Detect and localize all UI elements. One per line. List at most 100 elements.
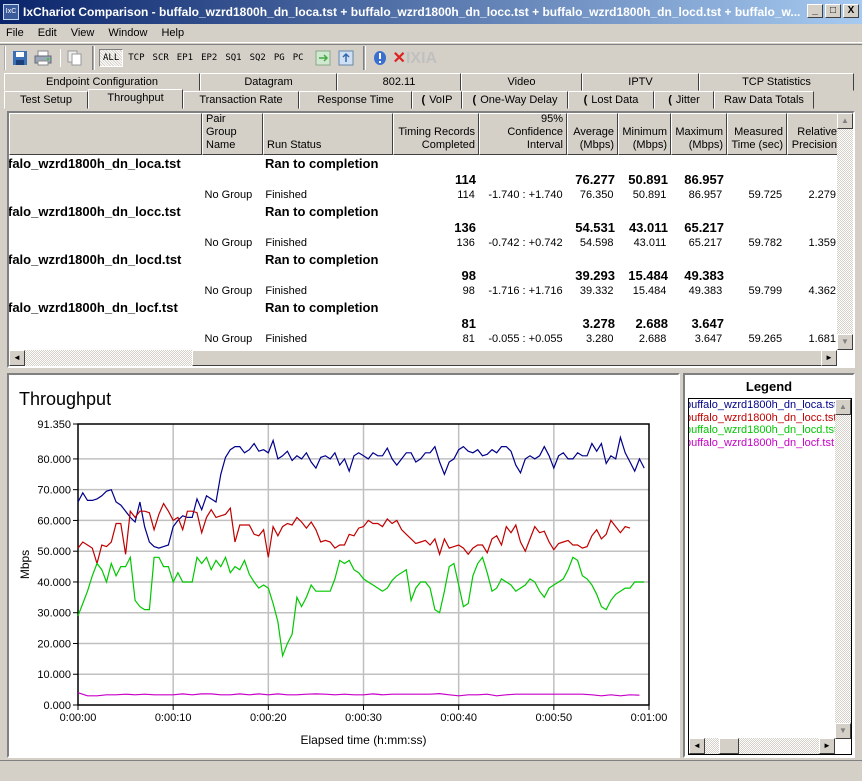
save-icon[interactable] bbox=[10, 48, 30, 68]
tab-jitter[interactable]: (Jitter bbox=[654, 91, 714, 109]
filter-pg-button[interactable]: PG bbox=[271, 50, 288, 66]
scroll-right-button[interactable]: ► bbox=[821, 350, 837, 366]
tab-test-setup[interactable]: Test Setup bbox=[4, 91, 88, 109]
menu-bar: File Edit View Window Help bbox=[0, 24, 862, 43]
tab-one-way-delay[interactable]: (One-Way Delay bbox=[462, 91, 568, 109]
import-icon[interactable] bbox=[336, 48, 356, 68]
maximum: 86.957 bbox=[684, 171, 724, 187]
filter-ep1-button[interactable]: EP1 bbox=[174, 50, 196, 66]
print-icon[interactable] bbox=[33, 48, 53, 68]
y-tick-label: 0.000 bbox=[43, 700, 71, 712]
title-bar: IxC IxChariot Comparison - buffalo_wzrd1… bbox=[0, 0, 862, 24]
grid-row-summary[interactable]: 98 39.293 15.484 49.383 bbox=[9, 267, 839, 283]
filter-scr-button[interactable]: SCR bbox=[150, 50, 172, 66]
app-icon: IxC bbox=[3, 4, 19, 20]
grid-row-summary[interactable]: 114 76.277 50.891 86.957 bbox=[9, 171, 839, 187]
grid-row-test[interactable]: falo_wzrd1800h_dn_locd.tst Ran to complet… bbox=[9, 251, 839, 267]
grid-row-pair[interactable]: No Group Finished 98 -1.716 : +1.716 39.332 1… bbox=[9, 283, 839, 299]
legend-list: buffalo_wzrd1800h_dn_loca.tst:P buffalo_… bbox=[688, 398, 852, 755]
menu-view[interactable]: View bbox=[71, 27, 95, 39]
filter-sq2-button[interactable]: SQ2 bbox=[247, 50, 269, 66]
col-header-run-status[interactable]: Run Status bbox=[263, 113, 393, 155]
filter-tcp-button[interactable]: TCP bbox=[125, 50, 147, 66]
legend-scroll-up-button[interactable]: ▲ bbox=[835, 399, 851, 415]
series-line-2 bbox=[77, 502, 631, 566]
average: 54.531 bbox=[575, 219, 615, 235]
tab-lost-data[interactable]: (Lost Data bbox=[568, 91, 654, 109]
legend-vertical-scrollbar[interactable]: ▲ ▼ bbox=[835, 399, 851, 739]
tab-transaction-rate[interactable]: Transaction Rate bbox=[183, 91, 299, 109]
grid-row-pair[interactable]: No Group Finished 81 -0.055 : +0.055 3.280 2.… bbox=[9, 331, 839, 347]
scroll-up-button[interactable]: ▲ bbox=[837, 113, 853, 129]
col-header-confidence[interactable]: 95% Confidence Interval bbox=[479, 113, 567, 155]
horizontal-scroll-thumb[interactable] bbox=[192, 350, 822, 366]
legend-scroll-right-button[interactable]: ► bbox=[819, 738, 835, 754]
average: 54.598 bbox=[579, 237, 614, 249]
filter-ep2-button[interactable]: EP2 bbox=[198, 50, 220, 66]
col-header-minimum[interactable]: Minimum (Mbps) bbox=[618, 113, 671, 155]
info-icon[interactable] bbox=[370, 48, 390, 68]
average: 39.293 bbox=[575, 267, 615, 283]
close-button[interactable]: X bbox=[843, 4, 859, 18]
legend-horizontal-scrollbar[interactable]: ◄ ► bbox=[689, 738, 835, 754]
col-header-relative-precision[interactable]: Relative Precision bbox=[787, 113, 841, 155]
menu-edit[interactable]: Edit bbox=[38, 27, 57, 39]
legend-item[interactable]: buffalo_wzrd1800h_dn_locf.tst:P bbox=[689, 437, 851, 450]
grid-horizontal-scrollbar[interactable]: ◄ ► bbox=[9, 350, 837, 366]
tab-tcp-statistics[interactable]: TCP Statistics bbox=[699, 73, 854, 91]
export-icon[interactable] bbox=[313, 48, 333, 68]
filter-pc-button[interactable]: PC bbox=[290, 50, 307, 66]
tab-voip[interactable]: (VoIP bbox=[412, 91, 462, 109]
grid-row-summary[interactable]: 136 54.531 43.011 65.217 bbox=[9, 219, 839, 235]
y-tick-label: 40.000 bbox=[37, 577, 71, 589]
x-tick-label: 0:00:50 bbox=[535, 712, 572, 724]
legend-item[interactable]: buffalo_wzrd1800h_dn_locc.tst:P bbox=[689, 412, 851, 425]
filter-sq1-button[interactable]: SQ1 bbox=[222, 50, 244, 66]
scroll-down-button[interactable]: ▼ bbox=[837, 334, 853, 350]
tab-802-11[interactable]: 802.11 bbox=[337, 73, 461, 91]
maximize-button[interactable]: □ bbox=[825, 4, 841, 18]
grid-vertical-scrollbar[interactable]: ▲ ▼ bbox=[837, 113, 853, 350]
y-tick-label: 20.000 bbox=[37, 638, 71, 650]
copy-icon[interactable] bbox=[65, 48, 85, 68]
legend-scroll-down-button[interactable]: ▼ bbox=[835, 723, 851, 739]
phone-icon: ( bbox=[472, 94, 477, 106]
grid-row-pair[interactable]: No Group Finished 114 -1.740 : +1.740 76.350… bbox=[9, 187, 839, 203]
series-line-1 bbox=[77, 435, 645, 549]
chart-pane: Throughput 0.000 10.000 20.000 30.000 40.000… bbox=[7, 373, 680, 758]
tab-video[interactable]: Video bbox=[461, 73, 582, 91]
x-tick-label: 0:00:10 bbox=[155, 712, 192, 724]
col-header-measured-time[interactable]: Measured Time (sec) bbox=[727, 113, 787, 155]
legend-scroll-left-button[interactable]: ◄ bbox=[689, 738, 705, 754]
tabs-bottom-row: Test Setup Throughput Transaction Rate R… bbox=[4, 89, 814, 109]
tab-iptv[interactable]: IPTV bbox=[582, 73, 699, 91]
maximum: 65.217 bbox=[688, 237, 723, 249]
menu-help[interactable]: Help bbox=[161, 27, 184, 39]
y-tick-label: 91.350 bbox=[37, 419, 71, 431]
tab-response-time[interactable]: Response Time bbox=[299, 91, 412, 109]
grid-row-pair[interactable]: No Group Finished 136 -0.742 : +0.742 54.598… bbox=[9, 235, 839, 251]
col-header-timing-records[interactable]: Timing Records Completed bbox=[393, 113, 479, 155]
tab-throughput[interactable]: Throughput bbox=[88, 89, 183, 109]
col-header-file[interactable] bbox=[9, 113, 202, 155]
minimize-button[interactable]: _ bbox=[807, 4, 823, 18]
col-header-maximum[interactable]: Maximum (Mbps) bbox=[671, 113, 727, 155]
filter-all-button[interactable]: ALL bbox=[99, 49, 124, 67]
pair-group-name: No Group bbox=[204, 333, 253, 345]
tab-datagram[interactable]: Datagram bbox=[200, 73, 337, 91]
legend-item[interactable]: buffalo_wzrd1800h_dn_loca.tst:P bbox=[689, 399, 851, 412]
grid-row-summary[interactable]: 81 3.278 2.688 3.647 bbox=[9, 315, 839, 331]
col-header-average[interactable]: Average (Mbps) bbox=[567, 113, 618, 155]
test-file-name: falo_wzrd1800h_dn_loca.tst bbox=[8, 155, 181, 171]
scroll-left-button[interactable]: ◄ bbox=[9, 350, 25, 366]
grid-row-test[interactable]: falo_wzrd1800h_dn_locc.tst Ran to complet… bbox=[9, 203, 839, 219]
tab-raw-data-totals[interactable]: Raw Data Totals bbox=[714, 91, 814, 109]
menu-file[interactable]: File bbox=[6, 27, 24, 39]
legend-scroll-thumb[interactable] bbox=[719, 738, 739, 754]
menu-window[interactable]: Window bbox=[108, 27, 147, 39]
grid-row-test[interactable]: falo_wzrd1800h_dn_loca.tst Ran to complet… bbox=[9, 155, 839, 171]
average: 3.278 bbox=[582, 315, 615, 331]
col-header-pair-group[interactable]: Pair Group Name bbox=[202, 113, 263, 155]
legend-item[interactable]: buffalo_wzrd1800h_dn_locd.tst:P bbox=[689, 424, 851, 437]
grid-row-test[interactable]: falo_wzrd1800h_dn_locf.tst Ran to complet… bbox=[9, 299, 839, 315]
